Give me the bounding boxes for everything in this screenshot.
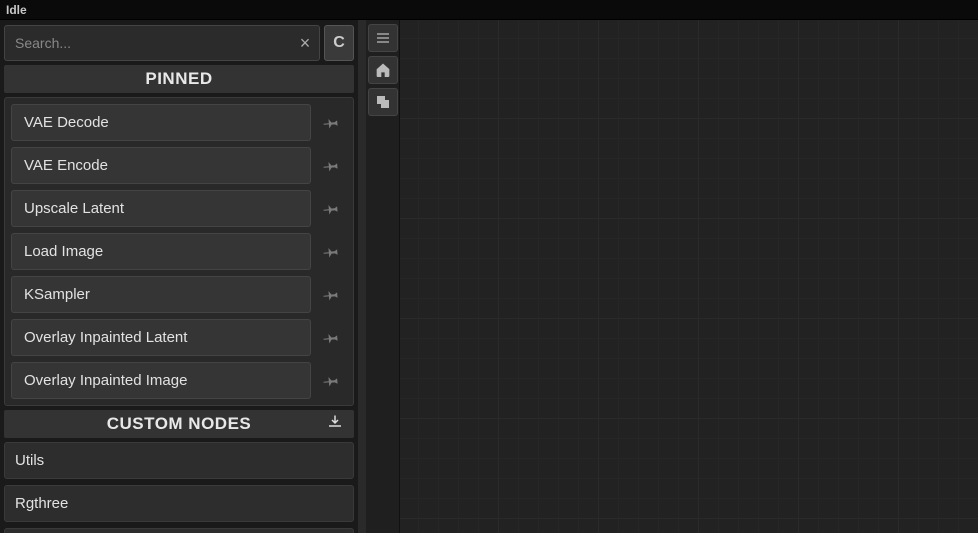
custom-nodes-section-title: CUSTOM NODES [107, 414, 252, 434]
workspace-area [366, 20, 978, 533]
custom-nodes-section-header: CUSTOM NODES [4, 410, 354, 438]
pin-icon [319, 196, 344, 221]
pin-icon [319, 239, 344, 264]
copy-icon [375, 94, 391, 110]
pinned-node-button[interactable]: Overlay Inpainted Latent [11, 319, 311, 356]
pinned-item: Overlay Inpainted Latent [11, 319, 347, 356]
pin-icon [319, 325, 344, 350]
pin-toggle-button[interactable] [317, 106, 347, 140]
pinned-item: VAE Decode [11, 104, 347, 141]
pin-toggle-button[interactable] [317, 364, 347, 398]
pinned-item: Load Image [11, 233, 347, 270]
pinned-list: VAE Decode VAE Encode Upscale Latent Loa… [4, 97, 354, 406]
search-box: × [4, 25, 320, 61]
sidebar-splitter[interactable] [358, 20, 366, 533]
search-row: × C [4, 25, 354, 61]
pin-icon [319, 282, 344, 307]
pinned-node-button[interactable]: KSampler [11, 276, 311, 313]
close-icon: × [300, 33, 311, 54]
tool-column [366, 20, 400, 533]
custom-node-category[interactable]: Rgthree [4, 485, 354, 522]
pinned-node-button[interactable]: VAE Decode [11, 104, 311, 141]
pinned-node-button[interactable]: Upscale Latent [11, 190, 311, 227]
import-icon[interactable] [326, 413, 344, 436]
pinned-section-header: PINNED [4, 65, 354, 93]
window-titlebar: Idle [0, 0, 978, 20]
custom-nodes-list: Utils Rgthree Sampling [4, 442, 354, 533]
pin-icon [319, 153, 344, 178]
pin-toggle-button[interactable] [317, 235, 347, 269]
search-input[interactable] [5, 35, 291, 51]
pinned-node-button[interactable]: Load Image [11, 233, 311, 270]
hamburger-icon [375, 30, 391, 46]
pinned-node-button[interactable]: Overlay Inpainted Image [11, 362, 311, 399]
duplicate-button[interactable] [368, 88, 398, 116]
pinned-section-title: PINNED [145, 69, 212, 89]
pinned-item: Upscale Latent [11, 190, 347, 227]
c-button[interactable]: C [324, 25, 354, 61]
custom-node-category[interactable]: Sampling [4, 528, 354, 533]
pinned-node-button[interactable]: VAE Encode [11, 147, 311, 184]
pin-toggle-button[interactable] [317, 149, 347, 183]
pin-toggle-button[interactable] [317, 321, 347, 355]
pinned-item: VAE Encode [11, 147, 347, 184]
custom-node-category[interactable]: Utils [4, 442, 354, 479]
home-icon [375, 62, 391, 78]
pin-icon [319, 110, 344, 135]
pin-toggle-button[interactable] [317, 278, 347, 312]
menu-button[interactable] [368, 24, 398, 52]
pin-icon [319, 368, 344, 393]
pin-toggle-button[interactable] [317, 192, 347, 226]
pinned-item: Overlay Inpainted Image [11, 362, 347, 399]
window-title: Idle [6, 3, 27, 17]
pinned-item: KSampler [11, 276, 347, 313]
sidebar-panel: × C PINNED VAE Decode VAE Encode [0, 20, 358, 533]
node-canvas[interactable] [400, 20, 978, 533]
clear-search-button[interactable]: × [291, 29, 319, 57]
main-layout: × C PINNED VAE Decode VAE Encode [0, 20, 978, 533]
home-button[interactable] [368, 56, 398, 84]
